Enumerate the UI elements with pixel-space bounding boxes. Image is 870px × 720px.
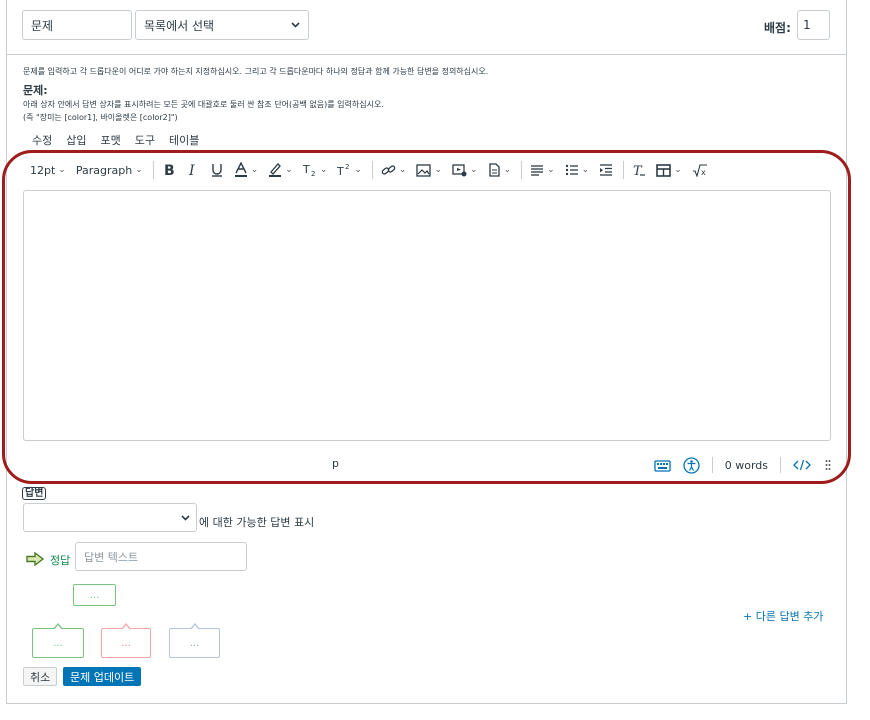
answer-group-select[interactable]	[23, 503, 197, 532]
menu-insert[interactable]: 삽입	[66, 132, 86, 148]
comment-ellipsis: ...	[121, 637, 131, 649]
neutral-comment-callout[interactable]: ...	[169, 623, 220, 658]
editor-highlight-annotation	[2, 150, 851, 484]
answers-label: 답변	[22, 487, 47, 500]
comment-ellipsis: ...	[89, 589, 100, 601]
points-input[interactable]	[797, 10, 830, 40]
question-type-select[interactable]: 목록에서 선택	[135, 10, 309, 40]
editor-menubar: 수정 삽입 포맷 도구 테이블	[32, 132, 199, 148]
update-question-button[interactable]: 문제 업데이트	[63, 667, 142, 686]
question-type-value: 목록에서 선택	[144, 18, 215, 33]
menu-edit[interactable]: 수정	[32, 132, 52, 148]
chevron-down-icon	[291, 22, 300, 28]
question-instructions: 문제를 입력하고 각 드롭다운이 어디로 가야 하는지 지정하십시오. 그리고 …	[23, 67, 489, 76]
menu-tools[interactable]: 도구	[135, 132, 155, 148]
points-label: 배점:	[764, 21, 791, 35]
cancel-button[interactable]: 취소	[23, 667, 58, 686]
header-divider	[6, 54, 847, 55]
question-title-input[interactable]	[22, 10, 132, 40]
add-answer-link[interactable]: + 다른 답변 추가	[743, 608, 823, 624]
question-hint: 아래 상자 안에서 답변 상자를 표시하려는 모든 곳에 대괄호로 둘러 싼 참…	[23, 100, 384, 109]
answer-text-input[interactable]: 답변 텍스트	[75, 542, 247, 571]
cancel-button-label: 취소	[30, 670, 51, 684]
arrow-right-icon	[26, 552, 44, 566]
chevron-down-icon	[181, 514, 190, 521]
comment-ellipsis: ...	[189, 637, 200, 649]
menu-table[interactable]: 테이블	[169, 132, 199, 148]
answer-comment-box[interactable]: ...	[73, 584, 116, 606]
comment-ellipsis: ...	[53, 637, 63, 649]
incorrect-comment-callout[interactable]: ...	[101, 623, 151, 658]
answer-text-placeholder: 답변 텍스트	[84, 550, 139, 564]
update-question-button-label: 문제 업데이트	[70, 670, 135, 684]
show-answers-for-label: 에 대한 가능한 답변 표시	[199, 516, 315, 529]
correct-comment-callout[interactable]: ...	[32, 623, 84, 658]
menu-format[interactable]: 포맷	[101, 132, 121, 148]
question-label: 문제:	[23, 84, 48, 97]
question-hint-example: (즉 "장미는 [color1], 바이올렛은 [color2]")	[23, 113, 178, 122]
correct-answer-label: 정답	[50, 554, 71, 567]
